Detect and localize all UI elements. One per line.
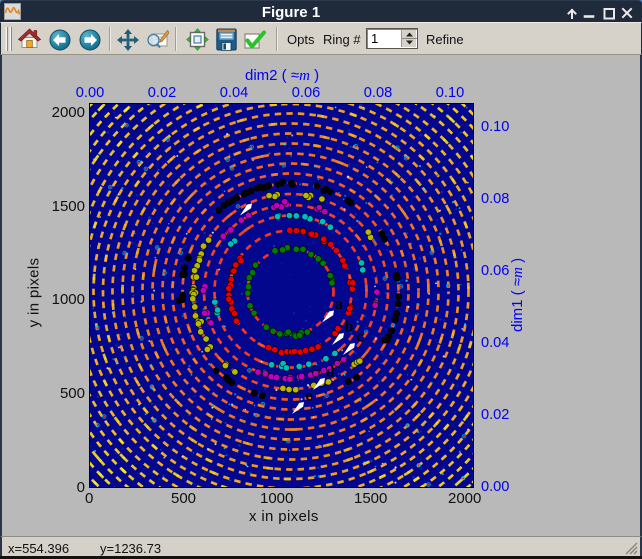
svg-text:b: b — [345, 319, 354, 336]
svg-text:c: c — [357, 329, 364, 346]
svg-text:a: a — [335, 296, 343, 313]
svg-text:d: d — [326, 364, 335, 381]
svg-text:e: e — [306, 388, 313, 405]
